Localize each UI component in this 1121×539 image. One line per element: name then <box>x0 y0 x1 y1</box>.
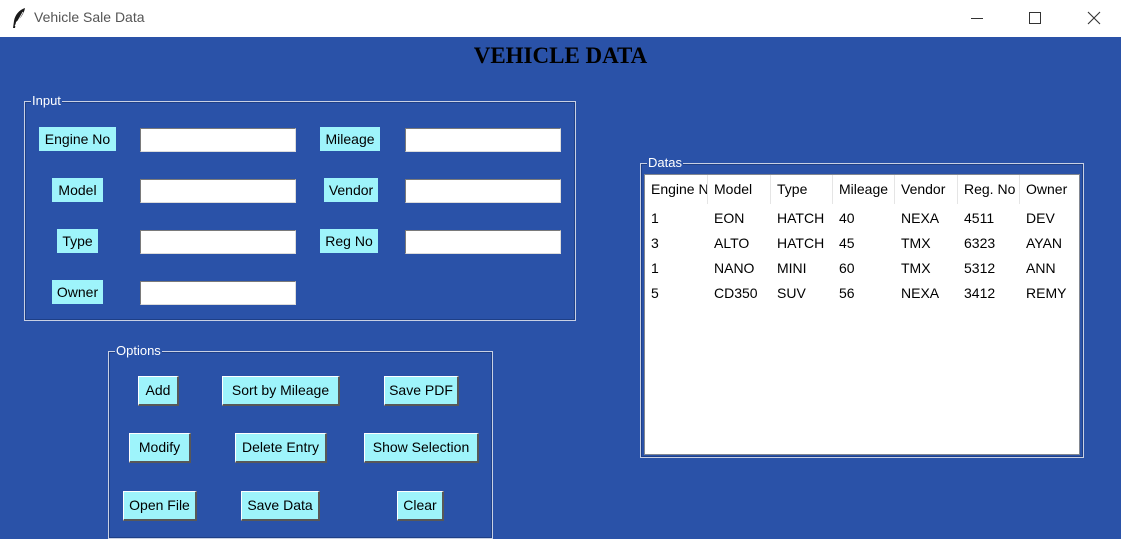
datas-frame: Datas Engine No Model Type Mileage Vendo… <box>640 155 1084 458</box>
table-cell: ANN <box>1026 260 1056 276</box>
table-row[interactable]: 3 ALTO HATCH 45 TMX 6323 AYAN <box>645 231 1079 256</box>
column-header-engine-no[interactable]: Engine No <box>645 175 708 204</box>
table-cell: NEXA <box>901 210 940 226</box>
engine-no-field[interactable] <box>140 128 296 152</box>
table-cell: 3 <box>651 235 659 251</box>
table-cell: 56 <box>839 285 855 301</box>
delete-entry-button[interactable]: Delete Entry <box>235 433 327 463</box>
table-cell: 3412 <box>964 285 996 301</box>
table-cell: TMX <box>901 235 931 251</box>
table-row[interactable]: 5 CD350 SUV 56 NEXA 3412 REMY <box>645 281 1079 306</box>
mileage-field[interactable] <box>405 128 561 152</box>
table-cell: DEV <box>1026 210 1055 226</box>
table-cell: 5 <box>651 285 659 301</box>
feather-icon <box>13 8 25 28</box>
maximize-button[interactable] <box>1006 0 1064 37</box>
page-title: VEHICLE DATA <box>473 43 648 68</box>
open-file-button[interactable]: Open File <box>123 491 197 521</box>
reg-no-label: Reg No <box>320 229 378 253</box>
column-header-type[interactable]: Type <box>771 175 833 204</box>
table-cell: NEXA <box>901 285 940 301</box>
title-bar[interactable]: Vehicle Sale Data <box>0 0 1121 37</box>
close-button[interactable] <box>1064 0 1121 37</box>
owner-field[interactable] <box>140 281 296 305</box>
table-cell: CD350 <box>714 285 758 301</box>
input-frame-label: Input <box>31 93 62 109</box>
type-field[interactable] <box>140 230 296 254</box>
column-header-model[interactable]: Model <box>708 175 771 204</box>
save-pdf-button[interactable]: Save PDF <box>384 376 459 406</box>
column-header-mileage[interactable]: Mileage <box>833 175 895 204</box>
type-label: Type <box>57 229 98 253</box>
add-button[interactable]: Add <box>138 376 179 406</box>
engine-no-label: Engine No <box>39 127 116 151</box>
window-title: Vehicle Sale Data <box>34 9 145 25</box>
show-selection-button[interactable]: Show Selection <box>364 433 479 463</box>
table-cell: 45 <box>839 235 855 251</box>
vendor-field[interactable] <box>405 179 561 203</box>
modify-button[interactable]: Modify <box>129 433 191 463</box>
vendor-label: Vendor <box>324 178 378 202</box>
options-frame-label: Options <box>115 343 162 359</box>
table-cell: SUV <box>777 285 806 301</box>
input-frame: Input Engine No Mileage Model Vendor Typ… <box>24 93 576 321</box>
minimize-button[interactable] <box>948 0 1006 37</box>
table-cell: AYAN <box>1026 235 1063 251</box>
data-table[interactable]: Engine No Model Type Mileage Vendor Reg.… <box>644 174 1080 455</box>
maximize-icon <box>1029 12 1041 24</box>
table-cell: ALTO <box>714 235 750 251</box>
owner-label: Owner <box>52 280 103 304</box>
table-row[interactable]: 1 NANO MINI 60 TMX 5312 ANN <box>645 256 1079 281</box>
table-cell: 1 <box>651 260 659 276</box>
app-client-area: VEHICLE DATA Input Engine No Mileage Mod… <box>0 37 1121 539</box>
table-cell: 6323 <box>964 235 996 251</box>
table-cell: 60 <box>839 260 855 276</box>
reg-no-field[interactable] <box>405 230 561 254</box>
datas-frame-label: Datas <box>647 155 683 171</box>
options-frame: Options Add Sort by Mileage Save PDF Mod… <box>108 343 493 539</box>
table-cell: 40 <box>839 210 855 226</box>
table-cell: REMY <box>1026 285 1067 301</box>
minimize-icon <box>971 18 983 19</box>
table-cell: EON <box>714 210 745 226</box>
table-cell: NANO <box>714 260 755 276</box>
table-row[interactable]: 1 EON HATCH 40 NEXA 4511 DEV <box>645 206 1079 231</box>
model-field[interactable] <box>140 179 296 203</box>
column-header-reg-no[interactable]: Reg. No <box>958 175 1020 204</box>
table-cell: 1 <box>651 210 659 226</box>
table-cell: 4511 <box>964 210 995 226</box>
model-label: Model <box>52 178 103 202</box>
mileage-label: Mileage <box>320 127 380 151</box>
table-cell: TMX <box>901 260 931 276</box>
sort-by-mileage-button[interactable]: Sort by Mileage <box>222 376 340 406</box>
close-icon <box>1087 11 1101 25</box>
table-cell: MINI <box>777 260 807 276</box>
table-cell: HATCH <box>777 210 825 226</box>
table-cell: HATCH <box>777 235 825 251</box>
table-cell: 5312 <box>964 260 996 276</box>
save-data-button[interactable]: Save Data <box>241 491 320 521</box>
clear-button[interactable]: Clear <box>397 491 444 521</box>
column-header-owner[interactable]: Owner <box>1020 175 1079 204</box>
column-header-vendor[interactable]: Vendor <box>895 175 958 204</box>
